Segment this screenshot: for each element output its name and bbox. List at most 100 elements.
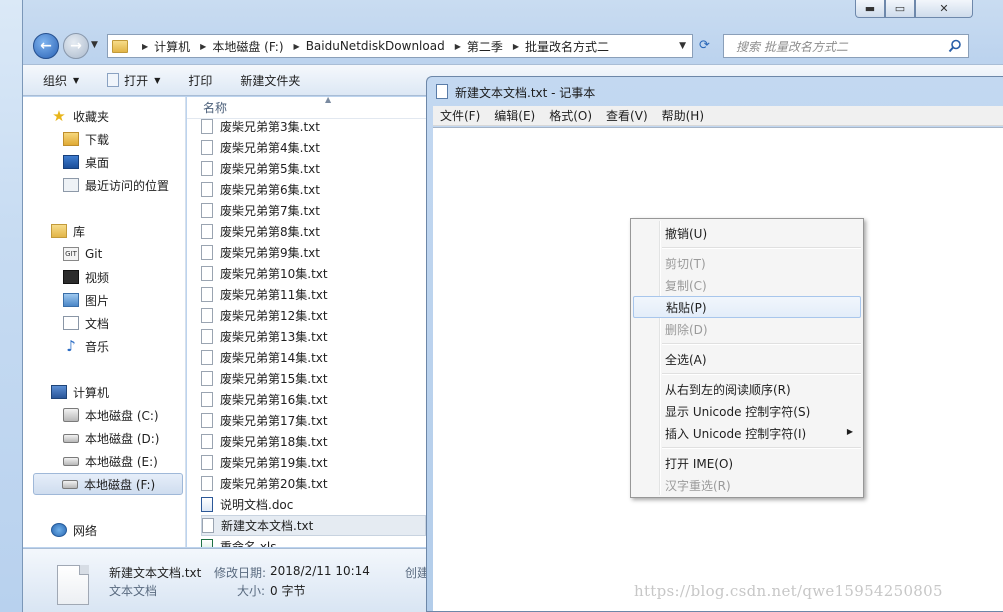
sidebar-item-libraries[interactable]: 库: [23, 220, 186, 242]
details-modified-label: 修改日期:: [214, 566, 267, 580]
sidebar-item-downloads[interactable]: 下载: [23, 128, 186, 150]
breadcrumb-season[interactable]: 第二季: [467, 38, 503, 55]
file-row[interactable]: 废柴兄弟第9集.txt: [201, 242, 426, 263]
breadcrumb-drive[interactable]: 本地磁盘 (F:): [212, 38, 283, 55]
text-file-icon: [201, 371, 213, 386]
file-row[interactable]: 废柴兄弟第8集.txt: [201, 221, 426, 242]
sidebar-item-drive-f[interactable]: 本地磁盘 (F:): [33, 473, 183, 495]
sidebar-item-drive-c[interactable]: 本地磁盘 (C:): [23, 404, 186, 426]
file-row[interactable]: 废柴兄弟第20集.txt: [201, 473, 426, 494]
file-row[interactable]: 废柴兄弟第15集.txt: [201, 368, 426, 389]
menu-item-rtl-reading[interactable]: 从右到左的阅读顺序(R): [633, 378, 861, 400]
menu-item-open-ime[interactable]: 打开 IME(O): [633, 452, 861, 474]
recent-places-icon: [63, 178, 79, 192]
menu-file[interactable]: 文件(F): [433, 107, 487, 124]
breadcrumb-separator-icon[interactable]: ▶: [200, 42, 206, 51]
menu-item-paste[interactable]: 粘贴(P): [633, 296, 861, 318]
file-row[interactable]: 废柴兄弟第4集.txt: [201, 137, 426, 158]
print-button[interactable]: 打印: [188, 72, 212, 89]
file-name: 废柴兄弟第6集.txt: [220, 183, 320, 197]
sidebar-item-label: 计算机: [73, 385, 110, 400]
file-row[interactable]: 废柴兄弟第17集.txt: [201, 410, 426, 431]
recent-pages-dropdown[interactable]: ▼: [91, 40, 98, 50]
drive-icon: [63, 456, 79, 466]
documents-icon: [63, 316, 79, 330]
breadcrumb-separator-icon[interactable]: ▶: [455, 42, 461, 51]
text-file-icon: [201, 266, 213, 281]
menu-item-copy[interactable]: 复制(C): [633, 274, 861, 296]
file-row[interactable]: 废柴兄弟第19集.txt: [201, 452, 426, 473]
notepad-title: 新建文本文档.txt - 记事本: [455, 86, 596, 100]
text-file-icon: [201, 350, 213, 365]
sidebar-item-documents[interactable]: 文档: [23, 312, 186, 334]
minimize-button[interactable]: ▬: [855, 0, 885, 18]
open-button[interactable]: 打开 ▼: [107, 72, 160, 89]
file-row[interactable]: 重命名.xls: [201, 536, 426, 547]
file-row[interactable]: 废柴兄弟第3集.txt: [201, 116, 426, 137]
back-button[interactable]: ←: [33, 33, 59, 59]
sidebar-item-git[interactable]: GIT Git: [23, 243, 186, 265]
sidebar-item-network[interactable]: 网络: [23, 519, 186, 541]
breadcrumb-separator-icon[interactable]: ▶: [513, 42, 519, 51]
sidebar-item-recent[interactable]: 最近访问的位置: [23, 174, 186, 196]
text-file-icon: [201, 245, 213, 260]
file-row[interactable]: 废柴兄弟第13集.txt: [201, 326, 426, 347]
sidebar-item-favorites[interactable]: ★ 收藏夹: [23, 105, 186, 127]
sidebar-item-drive-d[interactable]: 本地磁盘 (D:): [23, 427, 186, 449]
file-row[interactable]: 废柴兄弟第11集.txt: [201, 284, 426, 305]
menu-view[interactable]: 查看(V): [599, 107, 655, 124]
navigation-pane: ★ 收藏夹 下载 桌面 最近访问的位置 库 GIT Git 视频 图片 文档 ♪…: [23, 97, 186, 547]
address-bar[interactable]: ▶ 计算机 ▶ 本地磁盘 (F:) ▶ BaiduNetdiskDownload…: [107, 34, 693, 58]
menu-item-undo[interactable]: 撤销(U): [633, 222, 861, 244]
maximize-button[interactable]: ▭: [885, 0, 915, 18]
file-row[interactable]: 废柴兄弟第14集.txt: [201, 347, 426, 368]
sidebar-item-drive-e[interactable]: 本地磁盘 (E:): [23, 450, 186, 472]
menu-item-cut[interactable]: 剪切(T): [633, 252, 861, 274]
search-icon[interactable]: [948, 39, 962, 53]
organize-button[interactable]: 组织 ▼: [43, 72, 79, 89]
text-file-icon: [201, 329, 213, 344]
sidebar-item-music[interactable]: ♪ 音乐: [23, 335, 186, 357]
file-row[interactable]: 废柴兄弟第5集.txt: [201, 158, 426, 179]
sidebar-item-label: 本地磁盘 (F:): [84, 477, 156, 492]
file-row[interactable]: 废柴兄弟第6集.txt: [201, 179, 426, 200]
text-file-icon: [201, 161, 213, 176]
menu-item-reconversion[interactable]: 汉字重选(R): [633, 474, 861, 496]
file-row[interactable]: 废柴兄弟第10集.txt: [201, 263, 426, 284]
breadcrumb-computer[interactable]: 计算机: [154, 38, 190, 55]
file-row[interactable]: 说明文档.doc: [201, 494, 426, 515]
file-row[interactable]: 新建文本文档.txt: [201, 515, 426, 536]
new-folder-button[interactable]: 新建文件夹: [240, 72, 300, 89]
submenu-arrow-icon: ▶: [846, 427, 853, 436]
sidebar-item-videos[interactable]: 视频: [23, 266, 186, 288]
sidebar-item-computer[interactable]: 计算机: [23, 381, 186, 403]
file-row[interactable]: 废柴兄弟第18集.txt: [201, 431, 426, 452]
menu-item-delete[interactable]: 删除(D): [633, 318, 861, 340]
breadcrumb-separator-icon[interactable]: ▶: [142, 42, 148, 51]
text-file-icon: [201, 140, 213, 155]
menu-format[interactable]: 格式(O): [542, 107, 599, 124]
menu-item-label: 显示 Unicode 控制字符(S): [665, 404, 811, 419]
menu-item-select-all[interactable]: 全选(A): [633, 348, 861, 370]
search-input[interactable]: 搜索 批量改名方式二: [723, 34, 969, 58]
forward-button[interactable]: →: [63, 33, 89, 59]
menu-item-insert-unicode[interactable]: 插入 Unicode 控制字符(I) ▶: [633, 422, 861, 444]
file-name: 废柴兄弟第19集.txt: [220, 456, 328, 470]
menu-help[interactable]: 帮助(H): [655, 107, 711, 124]
breadcrumb-separator-icon[interactable]: ▶: [294, 42, 300, 51]
file-row[interactable]: 废柴兄弟第12集.txt: [201, 305, 426, 326]
file-row[interactable]: 废柴兄弟第16集.txt: [201, 389, 426, 410]
address-dropdown-icon[interactable]: ▼: [679, 41, 686, 51]
downloads-folder-icon: [63, 132, 79, 146]
refresh-icon[interactable]: ⟳: [699, 38, 710, 53]
breadcrumb-current[interactable]: 批量改名方式二: [525, 38, 609, 55]
close-button[interactable]: ✕: [915, 0, 973, 18]
sidebar-item-pictures[interactable]: 图片: [23, 289, 186, 311]
sidebar-item-desktop[interactable]: 桌面: [23, 151, 186, 173]
menu-item-show-unicode[interactable]: 显示 Unicode 控制字符(S): [633, 400, 861, 422]
file-row[interactable]: 废柴兄弟第7集.txt: [201, 200, 426, 221]
menu-edit[interactable]: 编辑(E): [487, 107, 542, 124]
breadcrumb-baidu[interactable]: BaiduNetdiskDownload: [306, 39, 445, 53]
notepad-menubar: 文件(F) 编辑(E) 格式(O) 查看(V) 帮助(H): [433, 106, 1003, 126]
menu-item-label: 汉字重选(R): [665, 478, 731, 493]
